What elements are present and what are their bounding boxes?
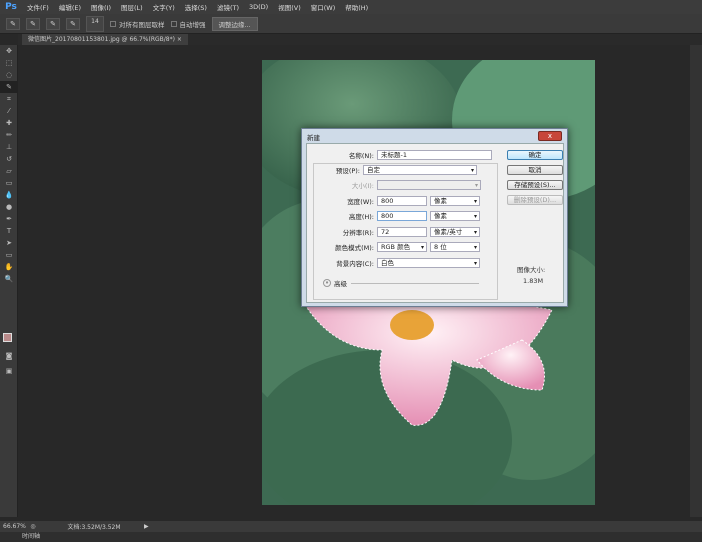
menu-edit[interactable]: 编辑(E) [54, 2, 86, 12]
ok-button[interactable]: 确定 [507, 150, 563, 160]
advanced-label: 高级 [334, 280, 347, 288]
image-size-value: 1.83M [523, 277, 544, 285]
status-icon: ◎ [30, 523, 36, 530]
document-tab[interactable]: 微信图片_20170801153801.jpg @ 66.7%(RGB/8*) … [22, 34, 188, 45]
status-menu-arrow[interactable]: ▶ [144, 523, 149, 530]
menu-type[interactable]: 文字(Y) [148, 2, 180, 12]
dialog-body: 名称(N):未标题-1 预设(P):自定 大小(I): 宽度(W):800像素 … [306, 143, 564, 303]
close-tab-icon[interactable]: × [177, 36, 182, 43]
menu-layer[interactable]: 图层(L) [116, 2, 148, 12]
gradient-tool-icon[interactable]: ▭ [0, 177, 18, 189]
color-mode-select[interactable]: RGB 颜色 [377, 242, 427, 252]
menu-filter[interactable]: 滤镜(T) [212, 2, 244, 12]
new-document-dialog: 新建 x 名称(N):未标题-1 预设(P):自定 大小(I): 宽度(W):8… [301, 128, 568, 307]
document-size-info: 文档:3.52M/3.52M [67, 524, 121, 531]
menu-view[interactable]: 视图(V) [273, 2, 306, 12]
screen-mode-icon[interactable]: ▣ [0, 365, 18, 377]
sample-all-layers-checkbox[interactable]: 对所有图层取样 [110, 19, 165, 29]
preset-label: 预设(P): [335, 167, 360, 175]
new-selection-icon[interactable]: ✎ [26, 17, 40, 30]
expand-icon: » [323, 279, 331, 287]
background-contents-select[interactable]: 白色 [377, 258, 480, 268]
status-bar: 66.67% ◎ 文档:3.52M/3.52M ▶ [0, 521, 702, 532]
menu-window[interactable]: 窗口(W) [306, 2, 341, 12]
menu-file[interactable]: 文件(F) [22, 2, 54, 12]
auto-enhance-checkbox[interactable]: 自动增强 [170, 19, 206, 29]
width-label: 宽度(W): [347, 198, 374, 206]
background-contents-label: 背景内容(C): [336, 260, 374, 268]
color-mode-label: 颜色模式(M): [335, 244, 374, 252]
preset-select[interactable]: 自定 [363, 165, 477, 175]
clone-stamp-tool-icon[interactable]: ⊥ [0, 141, 18, 153]
menu-help[interactable]: 帮助(H) [340, 2, 373, 12]
crop-tool-icon[interactable]: ⌗ [0, 93, 18, 105]
name-input[interactable]: 未标题-1 [377, 150, 492, 160]
panel-dock [690, 45, 702, 517]
foreground-color-swatch[interactable] [3, 333, 12, 342]
cancel-button[interactable]: 取消 [507, 165, 563, 175]
zoom-tool-icon[interactable]: 🔍 [0, 273, 18, 285]
auto-enhance-label: 自动增强 [179, 20, 206, 29]
dialog-title: 新建 [307, 134, 320, 142]
name-label: 名称(N): [348, 152, 374, 160]
menu-3d[interactable]: 3D(D) [244, 3, 273, 11]
move-tool-icon[interactable]: ✥ [0, 45, 18, 57]
resolution-label: 分辨率(R): [342, 229, 374, 237]
bit-depth-select[interactable]: 8 位 [430, 242, 480, 252]
healing-brush-tool-icon[interactable]: ✚ [0, 117, 18, 129]
history-brush-tool-icon[interactable]: ↺ [0, 153, 18, 165]
sample-all-layers-label: 对所有图层取样 [119, 20, 165, 29]
options-bar: ✎ ✎ ✎ ✎ 14 对所有图层取样 自动增强 调整边缘... [0, 14, 702, 34]
dialog-close-button[interactable]: x [538, 131, 562, 141]
type-tool-icon[interactable]: T [0, 225, 18, 237]
shape-tool-icon[interactable]: ▭ [0, 249, 18, 261]
height-label: 高度(H): [348, 213, 374, 221]
brush-tool-icon[interactable]: ✏ [0, 129, 18, 141]
add-to-selection-icon[interactable]: ✎ [46, 17, 60, 30]
blur-tool-icon[interactable]: 💧 [0, 189, 18, 201]
menu-select[interactable]: 选择(S) [180, 2, 212, 12]
tool-preset-picker[interactable]: ✎ [6, 17, 20, 30]
brush-size-picker[interactable]: 14 [86, 15, 104, 32]
menu-image[interactable]: 图像(I) [86, 2, 116, 12]
refine-edge-button[interactable]: 调整边缘... [211, 16, 258, 31]
size-label: 大小(I): [351, 182, 374, 190]
delete-preset-button[interactable]: 删除预设(D)... [507, 195, 563, 205]
advanced-toggle[interactable]: » 高级 [323, 278, 479, 288]
quick-mask-icon[interactable]: ◙ [0, 350, 18, 362]
quick-selection-tool-icon[interactable]: ✎ [0, 81, 18, 93]
height-unit-select[interactable]: 像素 [430, 211, 480, 221]
eraser-tool-icon[interactable]: ▱ [0, 165, 18, 177]
eyedropper-tool-icon[interactable]: ⁄ [0, 105, 18, 117]
marquee-tool-icon[interactable]: ⬚ [0, 57, 18, 69]
dodge-tool-icon[interactable]: ● [0, 201, 18, 213]
image-size-label: 图像大小: [517, 266, 546, 274]
document-tab-title: 微信图片_20170801153801.jpg @ 66.7%(RGB/8*) [28, 36, 175, 43]
resolution-input[interactable]: 72 [377, 227, 427, 237]
timeline-tab[interactable]: 时间轴 [0, 532, 702, 542]
subtract-selection-icon[interactable]: ✎ [66, 17, 80, 30]
lasso-tool-icon[interactable]: ◌ [0, 69, 18, 81]
zoom-level[interactable]: 66.67% [0, 523, 26, 530]
menu-bar: Ps 文件(F) 编辑(E) 图像(I) 图层(L) 文字(Y) 选择(S) 滤… [0, 0, 702, 14]
toolbox: ✥ ⬚ ◌ ✎ ⌗ ⁄ ✚ ✏ ⊥ ↺ ▱ ▭ 💧 ● ✒ T ➤ ▭ ✋ 🔍 … [0, 45, 18, 517]
width-unit-select[interactable]: 像素 [430, 196, 480, 206]
document-tab-bar: 微信图片_20170801153801.jpg @ 66.7%(RGB/8*) … [18, 34, 702, 45]
width-input[interactable]: 800 [377, 196, 427, 206]
save-preset-button[interactable]: 存储预设(S)... [507, 180, 563, 190]
path-selection-tool-icon[interactable]: ➤ [0, 237, 18, 249]
resolution-unit-select[interactable]: 像素/英寸 [430, 227, 480, 237]
size-select[interactable] [377, 180, 481, 190]
pen-tool-icon[interactable]: ✒ [0, 213, 18, 225]
hand-tool-icon[interactable]: ✋ [0, 261, 18, 273]
height-input[interactable]: 800 [377, 211, 427, 221]
photoshop-logo: Ps [5, 2, 17, 12]
